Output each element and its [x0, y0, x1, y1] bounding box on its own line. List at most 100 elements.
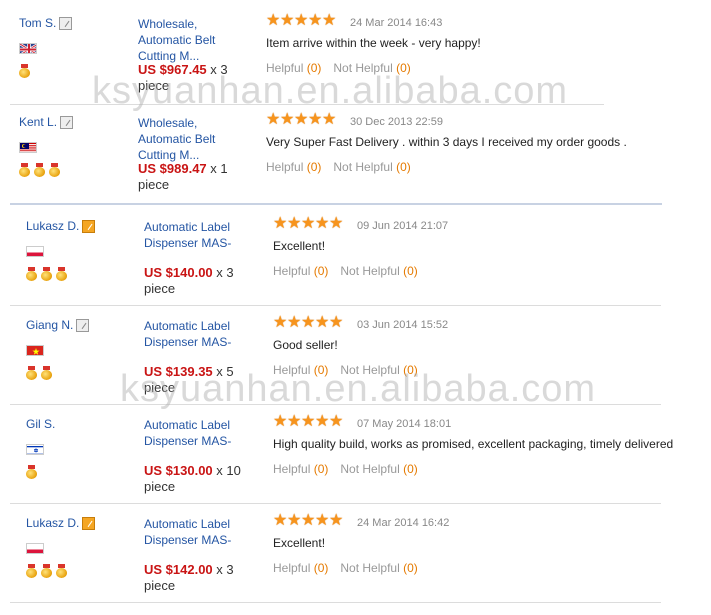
reviewer-name-link[interactable]: Lukasz D. [26, 219, 79, 233]
helpful-count: (0) [306, 160, 322, 174]
star-rating: ★ ★ ★ ★ ★ [273, 413, 344, 430]
medal-badges [26, 267, 67, 281]
helpful-label: Helpful [273, 561, 311, 575]
star-icon: ★ [287, 215, 302, 232]
helpful-count: (0) [306, 61, 322, 75]
reviewer-name[interactable]: Giang N. [26, 318, 90, 332]
poland-flag-icon [26, 246, 44, 257]
helpful-label: Helpful [273, 363, 311, 377]
star-icon: ★ [266, 12, 281, 29]
medal-icon [19, 64, 30, 78]
not-helpful-button[interactable]: Not Helpful (0) [340, 561, 417, 575]
helpful-votes: Helpful (0) Not Helpful (0) [273, 462, 418, 476]
reviewer-name[interactable]: Lukasz D. [26, 516, 96, 530]
reviewer-name-link[interactable]: Gil S. [26, 417, 55, 431]
star-icon: ★ [308, 12, 323, 29]
row-separator [10, 305, 661, 306]
price-line: US $967.45 x 3 piece [138, 62, 258, 94]
helpful-count: (0) [313, 561, 329, 575]
helpful-button[interactable]: Helpful (0) [273, 462, 328, 476]
medal-badges [26, 366, 52, 380]
not-helpful-button[interactable]: Not Helpful (0) [333, 160, 410, 174]
star-icon: ★ [329, 215, 344, 232]
helpful-button[interactable]: Helpful (0) [273, 561, 328, 575]
price-line: US $140.00 x 3 piece [144, 265, 264, 297]
price: US $140.00 [144, 265, 213, 280]
star-icon: ★ [280, 111, 295, 128]
helpful-votes: Helpful (0) Not Helpful (0) [273, 264, 418, 278]
review-row: Lukasz D. Automatic Label Dispenser MAS-… [0, 215, 711, 318]
medal-icon [26, 267, 37, 281]
medal-icon [26, 465, 37, 479]
review-date: 30 Dec 2013 22:59 [350, 116, 443, 128]
star-icon: ★ [329, 314, 344, 331]
malaysia-flag-icon [19, 142, 37, 153]
star-icon: ★ [315, 512, 330, 529]
price: US $989.47 [138, 161, 207, 176]
reviewer-name[interactable]: Kent L. [19, 115, 74, 129]
helpful-votes: Helpful (0) Not Helpful (0) [273, 363, 418, 377]
product-link[interactable]: Automatic Label Dispenser MAS- [144, 318, 234, 350]
medal-icon [56, 267, 67, 281]
helpful-votes: Helpful (0) Not Helpful (0) [266, 160, 411, 174]
not-helpful-label: Not Helpful [340, 363, 400, 377]
reviewer-name-link[interactable]: Tom S. [19, 16, 56, 30]
review-row: Gil S. Automatic Label Dispenser MAS- US… [0, 413, 711, 516]
reviewer-name-link[interactable]: Kent L. [19, 115, 57, 129]
star-icon: ★ [322, 111, 337, 128]
star-icon: ★ [301, 215, 316, 232]
review-row: Giang N. Automatic Label Dispenser MAS- … [0, 314, 711, 417]
helpful-label: Helpful [266, 61, 304, 75]
product-link[interactable]: Wholesale, Automatic Belt Cutting M... [138, 16, 253, 64]
review-comment: Excellent! [273, 239, 326, 253]
not-helpful-button[interactable]: Not Helpful (0) [340, 363, 417, 377]
product-link[interactable]: Automatic Label Dispenser MAS- [144, 219, 234, 251]
medal-badges [26, 564, 67, 578]
product-link[interactable]: Automatic Label Dispenser MAS- [144, 417, 234, 449]
medal-icon [41, 267, 52, 281]
star-icon: ★ [329, 413, 344, 430]
star-icon: ★ [273, 314, 288, 331]
price-line: US $989.47 x 1 piece [138, 161, 258, 193]
not-helpful-button[interactable]: Not Helpful (0) [340, 462, 417, 476]
not-helpful-button[interactable]: Not Helpful (0) [333, 61, 410, 75]
not-helpful-count: (0) [403, 264, 418, 278]
star-icon: ★ [301, 314, 316, 331]
star-icon: ★ [266, 111, 281, 128]
star-icon: ★ [322, 12, 337, 29]
verified-icon [59, 16, 73, 30]
product-link[interactable]: Automatic Label Dispenser MAS- [144, 516, 234, 548]
star-rating: ★ ★ ★ ★ ★ [266, 12, 337, 29]
medal-icon [49, 163, 60, 177]
helpful-button[interactable]: Helpful (0) [273, 264, 328, 278]
review-row: Tom S. Wholesale, Automatic Belt Cutting… [0, 12, 711, 115]
helpful-button[interactable]: Helpful (0) [266, 61, 321, 75]
review-row: Kent L. Wholesale, Automatic Belt Cuttin… [0, 111, 711, 214]
review-comment: High quality build, works as promised, e… [273, 437, 674, 451]
helpful-button[interactable]: Helpful (0) [266, 160, 321, 174]
reviewer-name[interactable]: Gil S. [26, 417, 55, 431]
not-helpful-count: (0) [396, 61, 411, 75]
reviewer-name-link[interactable]: Lukasz D. [26, 516, 79, 530]
reviewer-name-link[interactable]: Giang N. [26, 318, 73, 332]
reviewer-name[interactable]: Lukasz D. [26, 219, 96, 233]
reviewer-name[interactable]: Tom S. [19, 16, 73, 30]
helpful-votes: Helpful (0) Not Helpful (0) [273, 561, 418, 575]
helpful-button[interactable]: Helpful (0) [273, 363, 328, 377]
price: US $130.00 [144, 463, 213, 478]
star-rating: ★ ★ ★ ★ ★ [273, 314, 344, 331]
product-link[interactable]: Wholesale, Automatic Belt Cutting M... [138, 115, 253, 163]
review-comment: Very Super Fast Delivery . within 3 days… [266, 135, 627, 149]
star-icon: ★ [308, 111, 323, 128]
medal-icon [19, 163, 30, 177]
not-helpful-button[interactable]: Not Helpful (0) [340, 264, 417, 278]
verified-icon [82, 219, 96, 233]
not-helpful-count: (0) [403, 561, 418, 575]
helpful-votes: Helpful (0) Not Helpful (0) [266, 61, 411, 75]
star-icon: ★ [294, 111, 309, 128]
star-icon: ★ [301, 413, 316, 430]
star-rating: ★ ★ ★ ★ ★ [273, 512, 343, 529]
review-date: 24 Mar 2014 16:42 [357, 517, 450, 529]
review-date: 03 Jun 2014 15:52 [357, 319, 449, 331]
not-helpful-label: Not Helpful [340, 561, 400, 575]
